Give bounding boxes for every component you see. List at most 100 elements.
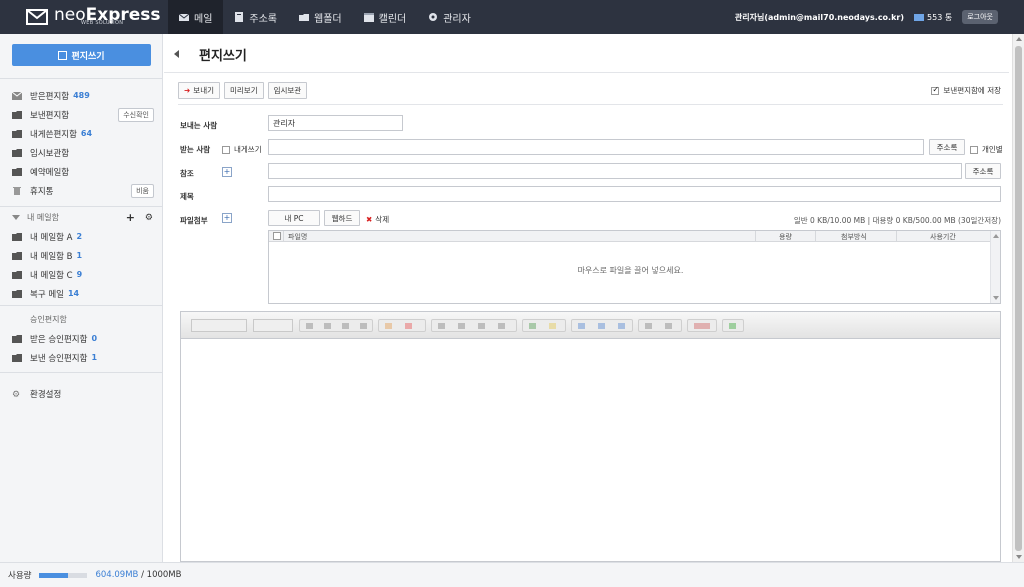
nav-addressbook[interactable]: 주소록: [223, 0, 288, 34]
scroll-down-icon[interactable]: [1016, 555, 1022, 559]
to-label: 받는 사람: [180, 145, 211, 154]
folder-trash[interactable]: 휴지통 비움: [0, 181, 163, 200]
cc-input[interactable]: [268, 163, 962, 179]
to-self-checkbox[interactable]: [222, 145, 230, 154]
nav-calendar[interactable]: 캘린더: [353, 0, 418, 34]
select-all-checkbox[interactable]: [273, 232, 281, 240]
folder-self[interactable]: 내게쓴편지함 64: [0, 124, 163, 143]
align-right-icon[interactable]: [478, 323, 485, 329]
sender-field[interactable]: 관리자: [268, 115, 403, 131]
save-copy-option[interactable]: 보낸편지함에 저장: [931, 85, 1001, 96]
my-mail-item[interactable]: 복구 메일 14: [0, 284, 163, 303]
subject-input[interactable]: [268, 186, 1001, 202]
bg-color-icon[interactable]: [405, 323, 412, 329]
individual-label: 개인별: [982, 145, 1003, 154]
read-receipt-button[interactable]: 수신확인: [118, 108, 154, 122]
column-size[interactable]: 용량: [779, 232, 792, 242]
to-input[interactable]: [268, 139, 924, 155]
table-icon[interactable]: [598, 323, 605, 329]
delete-attachment-button[interactable]: ✖ 삭제: [366, 214, 389, 225]
fullscreen-group[interactable]: [722, 319, 744, 332]
scroll-down-icon[interactable]: [993, 296, 999, 300]
logout-button[interactable]: 로그아웃: [962, 10, 998, 24]
column-period[interactable]: 사용기간: [930, 232, 956, 242]
my-mail-item[interactable]: 내 메일함 B 1: [0, 246, 163, 265]
my-pc-button[interactable]: 내 PC: [268, 210, 320, 226]
to-self-option[interactable]: 내게쓰기: [222, 144, 262, 155]
folder-inbox[interactable]: 받은편지함 489: [0, 86, 163, 105]
scroll-up-icon[interactable]: [1016, 37, 1022, 41]
strike-icon[interactable]: [360, 323, 367, 329]
text-style-group[interactable]: [299, 319, 373, 332]
color-group[interactable]: [378, 319, 426, 332]
folder-drafts[interactable]: 임시보관함: [0, 143, 163, 162]
nav-admin[interactable]: 관리자: [417, 0, 482, 34]
column-attach-type[interactable]: 첨부방식: [841, 232, 867, 242]
divider: [0, 206, 163, 207]
font-color-icon[interactable]: [385, 323, 392, 329]
nav-mail[interactable]: 메일: [168, 0, 224, 34]
send-button[interactable]: ➜ 보내기: [178, 82, 220, 99]
my-mail-header[interactable]: 내 메일함 + ⚙: [0, 208, 163, 227]
settings-item[interactable]: ⚙ 환경설정: [0, 384, 163, 403]
attach-expand-icon[interactable]: +: [222, 213, 232, 223]
folder-scheduled[interactable]: 예약메일함: [0, 162, 163, 181]
scroll-up-icon[interactable]: [993, 234, 999, 238]
individual-checkbox[interactable]: [970, 145, 978, 154]
scroll-thumb[interactable]: [1015, 46, 1022, 551]
page-scrollbar[interactable]: [1012, 34, 1024, 562]
gear-icon[interactable]: ⚙: [145, 213, 153, 223]
add-folder-icon[interactable]: +: [126, 211, 135, 224]
empty-trash-button[interactable]: 비움: [131, 184, 154, 198]
print-icon[interactable]: [645, 323, 652, 329]
column-divider: [283, 231, 284, 242]
nav-webfolder[interactable]: 웹폴더: [288, 0, 353, 34]
insert-group[interactable]: [571, 319, 633, 332]
cc-expand-icon[interactable]: +: [222, 167, 232, 177]
preview-icon[interactable]: [665, 323, 672, 329]
approval-item[interactable]: 받은 승인편지함 0: [0, 329, 163, 348]
underline-icon[interactable]: [342, 323, 349, 329]
individual-option[interactable]: 개인별: [970, 144, 1003, 155]
folder-sent[interactable]: 보낸편지함 수신확인: [0, 105, 163, 124]
align-justify-icon[interactable]: [498, 323, 505, 329]
font-family-select[interactable]: [191, 319, 247, 332]
align-center-icon[interactable]: [458, 323, 465, 329]
print-group[interactable]: [638, 319, 682, 332]
bold-icon[interactable]: [306, 323, 313, 329]
to-addressbook-button[interactable]: 주소록: [929, 139, 965, 155]
save-copy-checkbox[interactable]: [931, 85, 940, 95]
column-filename[interactable]: 파일명: [288, 232, 307, 242]
folder-list: 받은편지함 489 보낸편지함 수신확인 내게쓴편지함 64 임시보관함 예약메…: [0, 86, 163, 200]
preview-button[interactable]: 미리보기: [224, 82, 264, 99]
link-group[interactable]: [522, 319, 566, 332]
my-mail-item[interactable]: 내 메일함 C 9: [0, 265, 163, 284]
attachment-scrollbar[interactable]: [990, 231, 1000, 303]
fullscreen-icon[interactable]: [729, 323, 736, 329]
editor[interactable]: [180, 311, 1001, 562]
folder-count: 1: [76, 251, 83, 260]
usage-progress-fill: [39, 572, 69, 578]
mail-count[interactable]: 553 통: [914, 12, 952, 23]
link-icon[interactable]: [529, 323, 536, 329]
source-group[interactable]: [687, 319, 717, 332]
user-info[interactable]: 관리자님(admin@mail70.neodays.co.kr): [735, 12, 904, 23]
folder-label: 보낸 승인편지함: [30, 353, 88, 364]
attachment-table[interactable]: 파일명 용량 첨부방식 사용기간 마우스로 파일을 끌어 넣으세요.: [268, 230, 1001, 304]
cc-addressbook-button[interactable]: 주소록: [965, 163, 1001, 179]
image-icon[interactable]: [578, 323, 585, 329]
italic-icon[interactable]: [324, 323, 331, 329]
collapse-sidebar-icon[interactable]: [174, 50, 179, 58]
media-icon[interactable]: [618, 323, 625, 329]
approval-item[interactable]: 보낸 승인편지함 1: [0, 348, 163, 367]
my-mail-item[interactable]: 내 메일함 A 2: [0, 227, 163, 246]
align-left-icon[interactable]: [438, 323, 445, 329]
align-group[interactable]: [431, 319, 517, 332]
draft-button[interactable]: 임시보관: [267, 82, 308, 99]
webhard-button[interactable]: 웹하드: [324, 210, 360, 226]
source-icon[interactable]: [694, 323, 710, 329]
unlink-icon[interactable]: [549, 323, 556, 329]
compose-button[interactable]: 편지쓰기: [12, 44, 151, 66]
font-size-select[interactable]: [253, 319, 293, 332]
logo[interactable]: neoExpress: [26, 6, 161, 30]
